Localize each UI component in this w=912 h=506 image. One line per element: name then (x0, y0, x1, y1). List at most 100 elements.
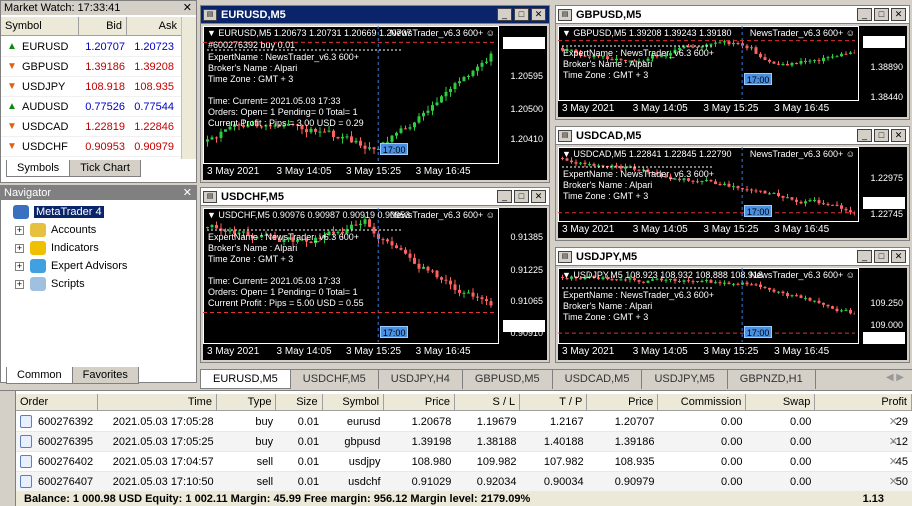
terminal-col-header[interactable]: Profit (815, 394, 912, 410)
candle-body (709, 280, 713, 283)
scrollbar[interactable] (181, 17, 196, 159)
chart-plot[interactable]: 3 May 2021 3 May 14:05 3 May 15:25 3 May 16… (203, 208, 547, 360)
order-row[interactable]: 600276392 2021.05.03 17:05:28 buy 0.01 eurus… (16, 412, 912, 432)
expand-icon[interactable]: + (15, 243, 24, 253)
terminal-col-header[interactable]: Size (276, 394, 323, 410)
chart-titlebar[interactable]: ▤ USDCHF,M5 _ □ ✕ (201, 188, 549, 206)
nav-item-scripts[interactable]: + Scripts (15, 275, 85, 293)
time-tick: 3 May 14:05 (632, 346, 688, 357)
terminal-col-header[interactable]: Symbol (323, 394, 385, 410)
expert-advisor-label[interactable]: NewsTrader_v6.3 600+ ☺ (750, 28, 855, 38)
chart-window-gbpusd[interactable]: ▤ GBPUSD,M5 _ □ ✕ 3 May 2021 3 May 14:05 3 May … (555, 5, 910, 120)
nav-root[interactable]: MetaTrader 4 (13, 203, 104, 221)
chart-plot[interactable]: 3 May 2021 3 May 14:05 3 May 15:25 3 May 16… (558, 147, 907, 238)
candle-body (467, 292, 470, 294)
expert-advisor-label[interactable]: NewsTrader_v6.3 600+ ☺ (750, 270, 855, 280)
ea-info-line: Current Profit : Pips = 3.00 USD = 0.29 (208, 118, 364, 128)
expert-advisor-label[interactable]: NewsTrader_v6.3 600+ ☺ (390, 28, 495, 38)
market-watch-row[interactable]: ▼ USDJPY 108.918 108.935 (1, 77, 181, 97)
arrow-down-icon: ▼ (7, 120, 17, 132)
candle-body (444, 91, 448, 97)
chart-titlebar[interactable]: ▤ EURUSD,M5 _ □ ✕ (201, 6, 549, 24)
chart-tab[interactable]: GBPUSD,M5 (463, 370, 553, 389)
tab-scroll-arrows[interactable]: ◀ ▶ (886, 372, 904, 383)
expand-icon[interactable]: + (15, 279, 24, 289)
terminal-col-header[interactable]: Time (98, 394, 217, 410)
terminal-col-header[interactable]: Price (384, 394, 455, 410)
chart-window-usdjpy[interactable]: ▤ USDJPY,M5 _ □ ✕ 3 May 2021 3 May 14:05 3 May … (555, 247, 910, 363)
chart-tab[interactable]: USDJPY,M5 (642, 370, 728, 389)
terminal-col-header[interactable]: Swap (746, 394, 816, 410)
nav-item-accounts[interactable]: + Accounts (15, 221, 96, 239)
tab-favorites[interactable]: Favorites (71, 367, 139, 384)
chart-titlebar[interactable]: ▤ GBPUSD,M5 _ □ ✕ (556, 6, 909, 24)
expert-advisor-label[interactable]: NewsTrader_v6.3 600+ ☺ (750, 149, 855, 159)
close-order-icon[interactable]: ✕ (885, 452, 902, 472)
nav-item-expert-advisors[interactable]: + Expert Advisors (15, 257, 127, 275)
market-watch-row[interactable]: ▼ GBPUSD 1.39186 1.39208 (1, 57, 181, 77)
col-symbol[interactable]: Symbol (1, 17, 79, 35)
terminal-col-header[interactable]: Commission (658, 394, 747, 410)
close-icon[interactable]: ✕ (183, 1, 192, 15)
market-watch-row[interactable]: ▲ EURUSD 1.20707 1.20723 (1, 37, 181, 57)
maximize-button[interactable]: □ (874, 129, 889, 142)
order-cell: 2021.05.03 17:10:50 (112, 476, 214, 488)
col-bid[interactable]: Bid (79, 17, 127, 35)
terminal-col-header[interactable]: Price (587, 394, 659, 410)
chart-titlebar[interactable]: ▤ USDCAD,M5 _ □ ✕ (556, 127, 909, 145)
order-row[interactable]: 600276395 2021.05.03 17:05:25 buy 0.01 gbpus… (16, 432, 912, 452)
chart-tab[interactable]: GBPNZD,H1 (728, 370, 816, 389)
close-button[interactable]: ✕ (531, 8, 546, 21)
candle-body (714, 42, 717, 44)
close-button[interactable]: ✕ (891, 8, 906, 21)
expert-advisor-label[interactable]: NewsTrader_v6.3 600+ ☺ (390, 210, 495, 220)
tab-tick-chart[interactable]: Tick Chart (69, 160, 141, 177)
chart-plot[interactable]: 3 May 2021 3 May 14:05 3 May 15:25 3 May 16… (558, 26, 907, 117)
maximize-button[interactable]: □ (514, 8, 529, 21)
maximize-button[interactable]: □ (514, 190, 529, 203)
minimize-button[interactable]: _ (497, 8, 512, 21)
expand-icon[interactable]: + (15, 225, 24, 235)
minimize-button[interactable]: _ (857, 8, 872, 21)
chart-window-eurusd[interactable]: ▤ EURUSD,M5 _ □ ✕ 3 May 2021 3 May 14:05 3 May … (200, 5, 550, 183)
chart-window-usdchf[interactable]: ▤ USDCHF,M5 _ □ ✕ 3 May 2021 3 May 14:05 3 May … (200, 187, 550, 363)
chart-window-usdcad[interactable]: ▤ USDCAD,M5 _ □ ✕ 3 May 2021 3 May 14:05 3 May … (555, 126, 910, 241)
minimize-button[interactable]: _ (497, 190, 512, 203)
close-order-icon[interactable]: ✕ (885, 412, 902, 432)
close-button[interactable]: ✕ (891, 250, 906, 263)
terminal-col-header[interactable]: Type (217, 394, 277, 410)
close-order-icon[interactable]: ✕ (885, 472, 902, 492)
candle-body (579, 162, 582, 164)
expand-icon[interactable]: + (15, 261, 24, 271)
maximize-button[interactable]: □ (874, 250, 889, 263)
terminal-col-header[interactable]: Order (16, 394, 99, 410)
close-icon[interactable]: ✕ (183, 186, 192, 200)
market-watch-row[interactable]: ▼ USDCAD 1.22819 1.22846 (1, 117, 181, 137)
order-row[interactable]: 600276407 2021.05.03 17:10:50 sell 0.01 usdc… (16, 472, 912, 492)
chart-plot[interactable]: 3 May 2021 3 May 14:05 3 May 15:25 3 May 16… (558, 268, 907, 360)
close-button[interactable]: ✕ (891, 129, 906, 142)
close-order-icon[interactable]: ✕ (885, 432, 902, 452)
terminal-col-header[interactable]: T / P (520, 394, 588, 410)
close-button[interactable]: ✕ (531, 190, 546, 203)
minimize-button[interactable]: _ (857, 129, 872, 142)
market-watch-row[interactable]: ▼ USDCHF 0.90953 0.90979 (1, 137, 181, 157)
order-row[interactable]: 600276402 2021.05.03 17:04:57 sell 0.01 usdj… (16, 452, 912, 472)
chart-tab[interactable]: USDJPY,H4 (379, 370, 463, 389)
chart-tab[interactable]: USDCHF,M5 (291, 370, 379, 389)
market-watch-row[interactable]: ▲ AUDUSD 0.77526 0.77544 (1, 97, 181, 117)
candle-body (399, 128, 403, 133)
chart-tab[interactable]: EURUSD,M5 (200, 370, 291, 389)
time-tick: 3 May 15:25 (703, 224, 759, 235)
order-cell: buy (255, 416, 274, 428)
terminal-col-header[interactable]: S / L (455, 394, 521, 410)
tab-symbols[interactable]: Symbols (6, 160, 71, 177)
chart-titlebar[interactable]: ▤ USDJPY,M5 _ □ ✕ (556, 248, 909, 266)
maximize-button[interactable]: □ (874, 8, 889, 21)
chart-tab[interactable]: USDCAD,M5 (553, 370, 643, 389)
minimize-button[interactable]: _ (857, 250, 872, 263)
tab-common[interactable]: Common (6, 367, 73, 384)
chart-plot[interactable]: 3 May 2021 3 May 14:05 3 May 15:25 3 May 16… (203, 26, 547, 180)
nav-item-indicators[interactable]: + Indicators (15, 239, 99, 257)
col-ask[interactable]: Ask (127, 17, 181, 35)
